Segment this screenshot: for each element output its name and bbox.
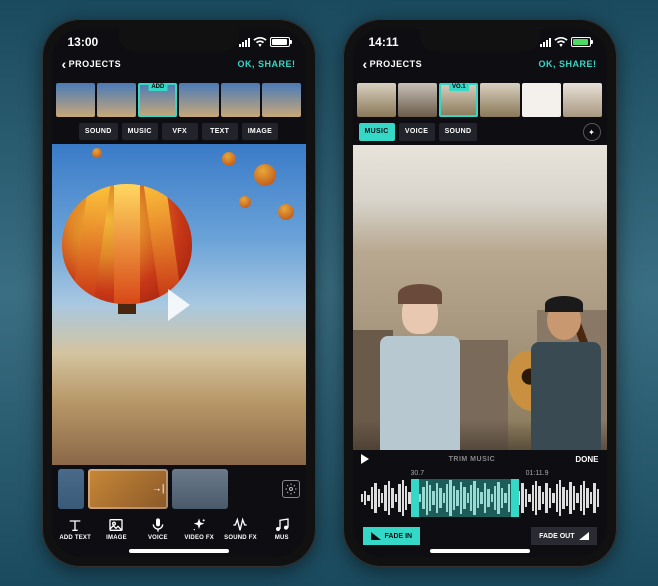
tool-sound-fx[interactable]: SOUND FX — [221, 517, 260, 541]
image-icon — [108, 517, 124, 533]
trim-start-time: 30.7 — [411, 470, 425, 477]
status-bar: 13:00 — [52, 29, 306, 55]
track-voice[interactable]: VOICE — [399, 123, 435, 141]
clip-thumb[interactable] — [398, 83, 437, 117]
transition-icon[interactable]: →| — [152, 484, 165, 495]
share-button[interactable]: OK, SHARE! — [538, 59, 596, 69]
status-bar: 14:11 — [353, 29, 607, 55]
done-button[interactable]: DONE — [575, 455, 598, 464]
tool-music[interactable]: MUS — [262, 517, 301, 541]
waveform-icon — [232, 517, 248, 533]
back-button[interactable]: PROJECTS — [62, 59, 122, 69]
wifi-icon — [253, 37, 267, 47]
fade-out-icon — [579, 532, 589, 540]
status-right — [540, 37, 591, 47]
tool-add-text[interactable]: ADD TEXT — [56, 517, 95, 541]
person-man — [501, 300, 601, 450]
bottom-toolbar: ADD TEXT IMAGE VOICE VIDEO FX SOUND FX M… — [52, 513, 306, 547]
voice-tag[interactable]: VO.1 — [449, 83, 469, 91]
preview-area[interactable] — [353, 145, 607, 450]
tool-video-fx[interactable]: VIDEO FX — [179, 517, 218, 541]
music-icon — [274, 517, 290, 533]
person-woman — [373, 290, 468, 450]
wifi-icon — [554, 37, 568, 47]
track-sound[interactable]: SOUND — [79, 123, 118, 140]
screen-1: 13:00 PROJECTS OK, SHARE! ADD — [52, 29, 306, 557]
track-vfx[interactable]: VFX — [162, 123, 198, 140]
trim-title: TRIM MUSIC — [377, 456, 568, 463]
track-image[interactable]: IMAGE — [242, 123, 278, 140]
battery-icon — [270, 37, 290, 47]
back-button[interactable]: PROJECTS — [363, 59, 423, 69]
track-buttons: MUSIC VOICE SOUND ✦ — [353, 121, 607, 145]
status-time: 13:00 — [68, 35, 99, 49]
clip-thumb[interactable] — [522, 83, 561, 117]
phone-mockup-2: 14:11 PROJECTS OK, SHARE! VO.1 — [343, 19, 617, 567]
clip-thumb-selected[interactable]: VO.1 — [439, 83, 478, 117]
fade-in-icon — [371, 532, 381, 540]
waveform-track[interactable] — [361, 479, 599, 517]
tool-image[interactable]: IMAGE — [97, 517, 136, 541]
fade-in-button[interactable]: FADE IN — [363, 527, 421, 545]
trim-header: TRIM MUSIC DONE — [353, 450, 607, 468]
track-music[interactable]: MUSIC — [122, 123, 158, 140]
share-button[interactable]: OK, SHARE! — [237, 59, 295, 69]
clip-thumbnails-row: ADD — [52, 75, 306, 121]
fx-icon[interactable]: ✦ — [583, 123, 601, 141]
home-indicator[interactable] — [430, 549, 530, 553]
timeline-clip[interactable] — [172, 469, 228, 509]
status-right — [239, 37, 290, 47]
timeline-clip-selected[interactable]: →| — [88, 469, 168, 509]
signal-icon — [239, 38, 250, 47]
battery-icon — [571, 37, 591, 47]
clip-thumb-selected[interactable]: ADD — [138, 83, 177, 117]
track-buttons: SOUND MUSIC VFX TEXT IMAGE — [52, 121, 306, 144]
sparkle-icon — [191, 517, 207, 533]
add-tag[interactable]: ADD — [148, 83, 167, 91]
top-bar: PROJECTS OK, SHARE! — [52, 55, 306, 75]
clip-thumb[interactable] — [563, 83, 602, 117]
mic-icon — [150, 517, 166, 533]
track-text[interactable]: TEXT — [202, 123, 238, 140]
text-icon — [67, 517, 83, 533]
clip-thumb[interactable] — [357, 83, 396, 117]
track-music[interactable]: MUSIC — [359, 123, 395, 141]
tool-voice[interactable]: VOICE — [138, 517, 177, 541]
timeline: →| — [52, 465, 306, 513]
timeline-clip[interactable] — [58, 469, 84, 509]
fade-buttons: FADE IN FADE OUT — [353, 523, 607, 547]
clip-thumb[interactable] — [221, 83, 260, 117]
clip-thumb[interactable] — [262, 83, 301, 117]
trim-end-time: 01:11.9 — [526, 470, 549, 477]
preview-area[interactable] — [52, 144, 306, 465]
phone-mockup-1: 13:00 PROJECTS OK, SHARE! ADD — [42, 19, 316, 567]
waveform-editor: 30.7 01:11.9 — [353, 468, 607, 523]
fade-out-button[interactable]: FADE OUT — [531, 527, 596, 545]
clip-thumbnails-row: VO.1 — [353, 75, 607, 121]
status-time: 14:11 — [369, 35, 399, 49]
settings-icon[interactable] — [282, 480, 300, 498]
signal-icon — [540, 38, 551, 47]
track-sound[interactable]: SOUND — [439, 123, 478, 141]
trim-selection[interactable] — [411, 479, 519, 517]
clip-thumb[interactable] — [480, 83, 519, 117]
clip-thumb[interactable] — [97, 83, 136, 117]
home-indicator[interactable] — [129, 549, 229, 553]
clip-thumb[interactable] — [56, 83, 95, 117]
clip-thumb[interactable] — [179, 83, 218, 117]
screen-2: 14:11 PROJECTS OK, SHARE! VO.1 — [353, 29, 607, 557]
play-icon[interactable] — [168, 289, 190, 321]
play-icon[interactable] — [361, 454, 369, 464]
top-bar: PROJECTS OK, SHARE! — [353, 55, 607, 75]
